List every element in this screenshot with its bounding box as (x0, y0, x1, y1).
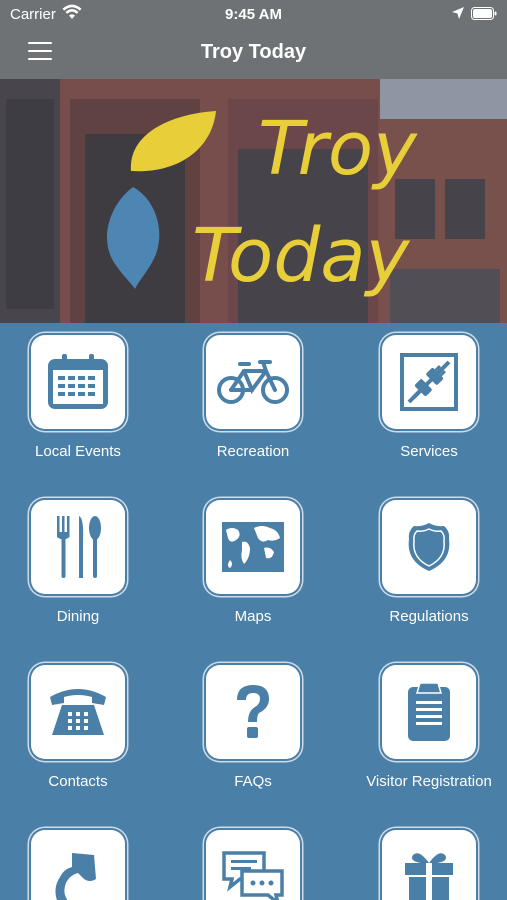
tile-label: Services (400, 443, 458, 460)
tile-icon-box (206, 830, 300, 900)
tile-recreation[interactable]: Recreation (168, 335, 338, 460)
world-map-icon (222, 522, 284, 572)
tile-faqs[interactable]: FAQs (168, 665, 338, 790)
calendar-icon (48, 354, 108, 409)
tile-label: Local Events (35, 443, 121, 460)
tile-icon-box (31, 335, 125, 429)
tile-maps[interactable]: Maps (168, 500, 338, 625)
tile-local-events[interactable]: Local Events (0, 335, 163, 460)
bicycle-icon (217, 360, 289, 404)
tile-icon-box (206, 500, 300, 594)
tile-label: Regulations (389, 608, 469, 625)
tile-label: Dining (56, 608, 100, 625)
status-time: 9:45 AM (225, 6, 282, 23)
hero-title-today: Today (192, 213, 410, 299)
menu-grid: Local Events Recreation Services Dining … (0, 323, 507, 900)
gift-icon (405, 853, 453, 900)
tile-icon-box (382, 830, 476, 900)
location-arrow-icon (452, 7, 464, 19)
telephone-icon (50, 689, 106, 735)
tile-label: Contacts (48, 773, 108, 790)
page-title: Troy Today (200, 41, 307, 63)
tile-label: Maps (234, 608, 272, 625)
tile-label: Visitor Registration (366, 773, 492, 790)
tile-contacts[interactable]: Contacts (0, 665, 163, 790)
battery-icon (471, 7, 497, 20)
tile-dining[interactable]: Dining (0, 500, 163, 625)
utensils-icon (57, 516, 101, 578)
tile-label: Recreation (216, 443, 290, 460)
clipboard-icon (408, 682, 450, 741)
tile-services[interactable]: Services (344, 335, 507, 460)
plug-icon (400, 353, 458, 411)
shield-icon (408, 523, 450, 571)
yellow-leaf-icon (130, 111, 216, 172)
blue-drop-icon (106, 187, 160, 289)
tile-visitor-registration[interactable]: Visitor Registration (344, 665, 507, 790)
nav-bar: Troy Today (0, 28, 507, 79)
tile-icon-box (31, 665, 125, 759)
tile-regulations[interactable]: Regulations (344, 500, 507, 625)
top-bar: Carrier 9:45 AM Troy Today (0, 0, 507, 79)
tile-icon-box (206, 665, 300, 759)
status-bar: Carrier 9:45 AM (0, 0, 507, 28)
tile-hand[interactable] (0, 830, 163, 900)
chat-icon (222, 851, 284, 900)
tile-icon-box (206, 335, 300, 429)
hero-banner: Troy Today (0, 79, 507, 323)
tile-icon-box (31, 830, 125, 900)
hand-icon (55, 853, 96, 900)
tile-icon-box (382, 335, 476, 429)
tile-icon-box (31, 500, 125, 594)
hero-title-troy: Troy (258, 106, 417, 192)
tile-icon-box (382, 665, 476, 759)
question-icon (237, 685, 269, 738)
tile-gift[interactable] (344, 830, 507, 900)
tile-chat[interactable] (168, 830, 338, 900)
tile-label: FAQs (234, 773, 272, 790)
tile-icon-box (382, 500, 476, 594)
